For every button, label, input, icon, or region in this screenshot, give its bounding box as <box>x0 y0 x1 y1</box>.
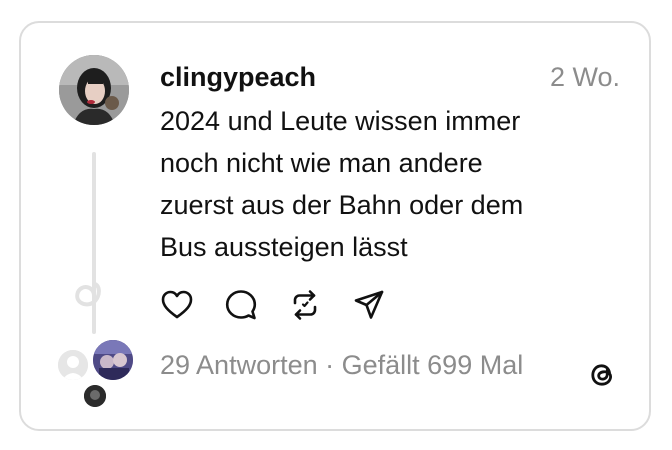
share-button[interactable] <box>352 288 386 322</box>
stats-separator: · <box>317 350 342 380</box>
share-icon <box>354 290 384 319</box>
like-button[interactable] <box>160 288 194 322</box>
action-bar <box>160 288 416 322</box>
repost-icon <box>293 290 317 320</box>
post-time[interactable]: 2 Wo. <box>550 60 620 94</box>
replier-avatar <box>93 340 133 380</box>
avatar[interactable] <box>59 55 129 125</box>
thread-loop-icon <box>75 270 101 334</box>
comment-button[interactable] <box>224 288 258 322</box>
threads-logo-icon[interactable] <box>584 356 620 392</box>
username[interactable]: clingypeach <box>160 60 316 94</box>
heart-icon <box>161 290 193 319</box>
replier-avatar-small-image <box>84 385 106 407</box>
avatar-image <box>59 55 129 125</box>
post-stats: 29 Antworten · Gefällt 699 Mal <box>160 348 523 382</box>
user-placeholder-icon <box>58 350 88 380</box>
comment-icon <box>225 290 257 320</box>
likes-link[interactable]: Gefällt 699 Mal <box>342 350 524 380</box>
replier-avatar-placeholder <box>58 350 88 380</box>
replier-avatar-small <box>84 385 106 407</box>
replier-avatar-image <box>93 340 133 380</box>
post-text: 2024 und Leute wissen immer noch nicht w… <box>160 106 524 262</box>
repost-button[interactable] <box>288 288 322 322</box>
replies-link[interactable]: 29 Antworten <box>160 350 318 380</box>
